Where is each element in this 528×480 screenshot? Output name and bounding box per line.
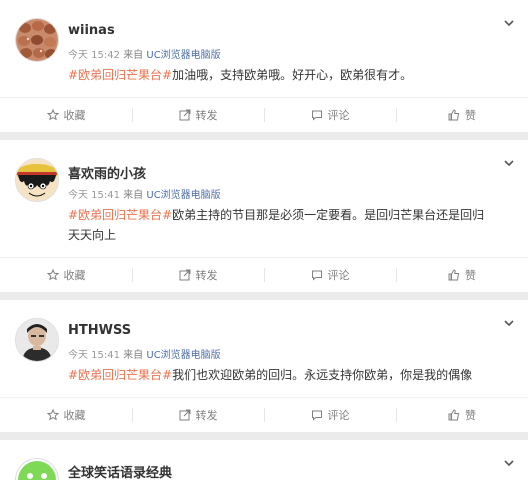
thumbs-up-icon (448, 269, 460, 281)
collect-button[interactable]: 收藏 (0, 98, 132, 132)
post-card: HTHWSS 今天 15:41 来自 UC浏览器电脑版 #欧弟回归芒果台#我们也… (0, 300, 528, 432)
username[interactable]: wiinas (68, 23, 115, 38)
repost-label: 转发 (195, 109, 218, 122)
comment-icon (311, 270, 322, 281)
post-text: #欧弟回归芒果台#加油哦，支持欧弟哦。好开心，欧弟很有才。 (68, 65, 488, 85)
post-card: 喜欢雨的小孩 今天 15:41 来自 UC浏览器电脑版 #欧弟回归芒果台#欧弟主… (0, 140, 528, 292)
repost-label: 转发 (195, 269, 218, 282)
post-time[interactable]: 今天 15:42 (68, 50, 120, 61)
via-label: 来自 (123, 350, 144, 361)
topic-link[interactable]: #欧弟回归芒果台# (68, 68, 172, 82)
repost-icon (179, 409, 190, 421)
like-label: 赞 (465, 269, 476, 282)
post-body: 我们也欢迎欧弟的回归。永远支持你欧弟，你是我的偶像 (172, 368, 473, 382)
collect-button[interactable]: 收藏 (0, 398, 132, 432)
via-label: 来自 (123, 50, 144, 61)
like-button[interactable]: 赞 (396, 258, 528, 292)
post-meta: 今天 15:42 来自 UC浏览器电脑版 (68, 46, 221, 61)
collect-button[interactable]: 收藏 (0, 258, 132, 292)
repost-icon (179, 269, 190, 281)
chevron-down-icon[interactable] (502, 156, 516, 170)
post-text: #欧弟回归芒果台#欧弟主持的节目那是必须一定要看。是回归芒果台还是回归天天向上 (68, 205, 488, 245)
like-button[interactable]: 赞 (396, 98, 528, 132)
action-bar: 收藏 转发 评论 赞 (0, 257, 528, 292)
post-body: 加油哦，支持欧弟哦。好开心，欧弟很有才。 (172, 68, 413, 82)
repost-button[interactable]: 转发 (132, 258, 264, 292)
collect-label: 收藏 (63, 109, 86, 122)
topic-link[interactable]: #欧弟回归芒果台# (68, 208, 172, 222)
like-label: 赞 (465, 109, 476, 122)
like-button[interactable]: 赞 (396, 398, 528, 432)
comment-label: 评论 (327, 109, 350, 122)
repost-button[interactable]: 转发 (132, 398, 264, 432)
thumbs-up-icon (448, 409, 460, 421)
comment-label: 评论 (327, 409, 350, 422)
comment-label: 评论 (327, 269, 350, 282)
post-time[interactable]: 今天 15:41 (68, 190, 120, 201)
username[interactable]: HTHWSS (68, 323, 131, 338)
avatar[interactable] (15, 458, 59, 480)
username[interactable]: 喜欢雨的小孩 (68, 163, 146, 182)
post-meta: 今天 15:41 来自 UC浏览器电脑版 (68, 346, 221, 361)
star-icon (46, 269, 59, 281)
chevron-down-icon[interactable] (502, 16, 516, 30)
post-meta: 今天 15:41 来自 UC浏览器电脑版 (68, 186, 221, 201)
action-bar: 收藏 转发 评论 赞 (0, 397, 528, 432)
post-text: #欧弟回归芒果台#我们也欢迎欧弟的回归。永远支持你欧弟，你是我的偶像 (68, 365, 488, 385)
like-label: 赞 (465, 409, 476, 422)
post-source[interactable]: UC浏览器电脑版 (146, 350, 220, 361)
collect-label: 收藏 (63, 409, 86, 422)
post-source[interactable]: UC浏览器电脑版 (146, 190, 220, 201)
action-bar: 收藏 转发 评论 赞 (0, 97, 528, 132)
comment-icon (311, 410, 322, 421)
comment-button[interactable]: 评论 (264, 98, 396, 132)
avatar[interactable] (15, 158, 59, 202)
collect-label: 收藏 (63, 269, 86, 282)
comment-button[interactable]: 评论 (264, 258, 396, 292)
post-source[interactable]: UC浏览器电脑版 (146, 50, 220, 61)
comment-button[interactable]: 评论 (264, 398, 396, 432)
thumbs-up-icon (448, 109, 460, 121)
repost-label: 转发 (195, 409, 218, 422)
via-label: 来自 (123, 190, 144, 201)
username[interactable]: 全球笑话语录经典 (68, 462, 172, 480)
repost-icon (179, 109, 190, 121)
avatar[interactable] (15, 18, 59, 62)
chevron-down-icon[interactable] (502, 456, 516, 470)
post-time[interactable]: 今天 15:41 (68, 350, 120, 361)
post-card: wiinas 今天 15:42 来自 UC浏览器电脑版 #欧弟回归芒果台#加油哦… (0, 0, 528, 132)
star-icon (46, 109, 59, 121)
post-card: 全球笑话语录经典 (0, 440, 528, 480)
chevron-down-icon[interactable] (502, 316, 516, 330)
repost-button[interactable]: 转发 (132, 98, 264, 132)
comment-icon (311, 110, 322, 121)
avatar[interactable] (15, 318, 59, 362)
topic-link[interactable]: #欧弟回归芒果台# (68, 368, 172, 382)
star-icon (46, 409, 59, 421)
